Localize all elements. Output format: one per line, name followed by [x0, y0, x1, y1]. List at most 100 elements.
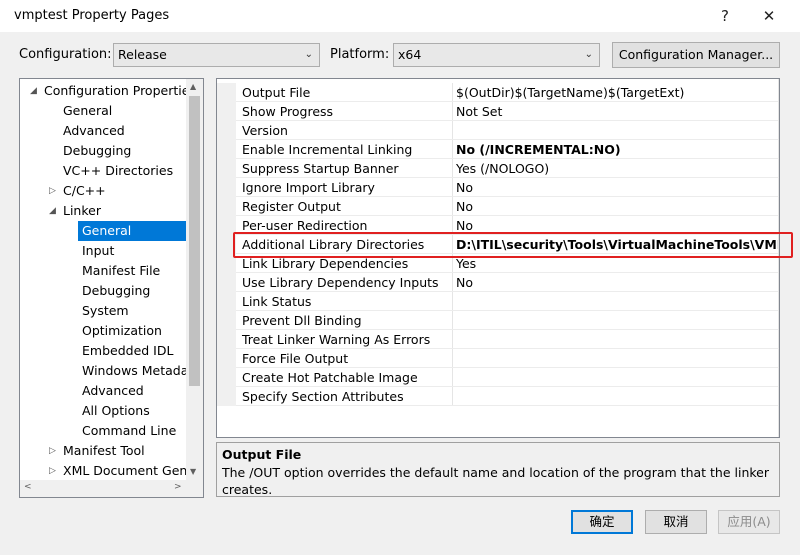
property-row[interactable]: Treat Linker Warning As Errors	[217, 330, 779, 349]
tree-item[interactable]: Debugging	[78, 281, 154, 301]
tree-item[interactable]: Input	[78, 241, 118, 261]
scroll-down-icon[interactable]: ▼	[190, 467, 196, 476]
property-grid[interactable]: Output File $(OutDir)$(TargetName)$(Targe…	[216, 78, 780, 438]
expanded-arrow-icon[interactable]: ◢	[30, 81, 37, 101]
close-icon: ✕	[762, 7, 776, 25]
property-name[interactable]: Version	[242, 121, 288, 140]
property-row[interactable]: Ignore Import Library No	[217, 178, 779, 197]
tree-item[interactable]: Embedded IDL	[78, 341, 177, 361]
tree-scroll-thumb[interactable]	[189, 96, 200, 386]
tree-item[interactable]: Configuration Properties	[40, 81, 200, 101]
property-name[interactable]: Treat Linker Warning As Errors	[242, 330, 430, 349]
property-name[interactable]: Force File Output	[242, 349, 348, 368]
property-row[interactable]: Create Hot Patchable Image	[217, 368, 779, 387]
tree-item[interactable]: Manifest Tool	[59, 441, 149, 461]
scroll-up-icon[interactable]: ▲	[190, 82, 196, 91]
highlight-box	[233, 232, 793, 258]
property-name[interactable]: Register Output	[242, 197, 341, 216]
platform-select[interactable]: x64 ⌄	[393, 43, 600, 67]
tree-item[interactable]: General	[59, 101, 116, 121]
property-name[interactable]: Ignore Import Library	[242, 178, 375, 197]
property-row[interactable]: Link Status	[217, 292, 779, 311]
row-gutter	[217, 159, 236, 178]
tree-item[interactable]: Advanced	[59, 121, 129, 141]
description-title: Output File	[222, 447, 302, 462]
platform-value: x64	[398, 47, 422, 62]
property-name[interactable]: Specify Section Attributes	[242, 387, 404, 406]
chevron-down-icon: ⌄	[304, 49, 313, 60]
scroll-left-icon[interactable]: <	[24, 482, 32, 492]
property-tree[interactable]: ◢ Configuration Properties General Advanced…	[19, 78, 204, 498]
tree-horizontal-scrollbar[interactable]: < >	[20, 480, 203, 497]
tree-item[interactable]: Linker	[59, 201, 105, 221]
column-divider	[452, 387, 453, 406]
property-name[interactable]: Show Progress	[242, 102, 333, 121]
property-name[interactable]: Prevent Dll Binding	[242, 311, 362, 330]
property-value[interactable]: Yes (/NOLOGO)	[456, 159, 549, 178]
property-value[interactable]: $(OutDir)$(TargetName)$(TargetExt)	[456, 83, 684, 102]
collapsed-arrow-icon[interactable]: ▷	[49, 461, 56, 481]
close-button[interactable]: ✕	[758, 5, 780, 27]
tree-item[interactable]: Command Line	[78, 421, 180, 441]
property-name[interactable]: Use Library Dependency Inputs	[242, 273, 439, 292]
description-panel: Output File The /OUT option overrides th…	[216, 442, 780, 497]
column-divider	[452, 292, 453, 311]
grid-edge	[778, 79, 779, 437]
tree-vertical-scrollbar[interactable]: ▲ ▼	[186, 79, 203, 481]
tree-item[interactable]: Debugging	[59, 141, 135, 161]
tree-item[interactable]: All Options	[78, 401, 154, 421]
expanded-arrow-icon[interactable]: ◢	[49, 201, 56, 221]
property-row[interactable]: Output File $(OutDir)$(TargetName)$(Targe…	[217, 83, 779, 102]
row-gutter	[217, 83, 236, 102]
property-name[interactable]: Create Hot Patchable Image	[242, 368, 418, 387]
property-name[interactable]: Output File	[242, 83, 310, 102]
column-divider	[452, 368, 453, 387]
property-name[interactable]: Suppress Startup Banner	[242, 159, 399, 178]
column-divider	[452, 349, 453, 368]
property-value[interactable]: No	[456, 178, 473, 197]
apply-button[interactable]: 应用(A)	[718, 510, 780, 534]
scroll-right-icon[interactable]: >	[174, 482, 182, 492]
cancel-button[interactable]: 取消	[645, 510, 707, 534]
property-row[interactable]: Register Output No	[217, 197, 779, 216]
row-gutter	[217, 330, 236, 349]
column-divider	[452, 159, 453, 178]
property-row[interactable]: Show Progress Not Set	[217, 102, 779, 121]
property-value[interactable]: No	[456, 197, 473, 216]
property-name[interactable]: Link Status	[242, 292, 311, 311]
row-gutter	[217, 349, 236, 368]
collapsed-arrow-icon[interactable]: ▷	[49, 181, 56, 201]
tree-item[interactable]: XML Document Generator	[59, 461, 203, 481]
property-row[interactable]: Force File Output	[217, 349, 779, 368]
tree-item[interactable]: C/C++	[59, 181, 110, 201]
property-row[interactable]: Prevent Dll Binding	[217, 311, 779, 330]
property-row[interactable]: Use Library Dependency Inputs No	[217, 273, 779, 292]
property-row[interactable]: Version	[217, 121, 779, 140]
property-row[interactable]: Suppress Startup Banner Yes (/NOLOGO)	[217, 159, 779, 178]
configuration-value: Release	[118, 47, 167, 62]
row-gutter	[217, 140, 236, 159]
configuration-select[interactable]: Release ⌄	[113, 43, 320, 67]
tree-item[interactable]: Optimization	[78, 321, 166, 341]
property-row[interactable]: Specify Section Attributes	[217, 387, 779, 406]
platform-label: Platform:	[330, 47, 390, 62]
tree-item[interactable]: General	[78, 221, 193, 241]
tree-item[interactable]: Manifest File	[78, 261, 164, 281]
property-row[interactable]: Enable Incremental Linking No (/INCREMENT…	[217, 140, 779, 159]
column-divider	[452, 178, 453, 197]
row-gutter	[217, 387, 236, 406]
help-button[interactable]: ?	[714, 5, 736, 27]
collapsed-arrow-icon[interactable]: ▷	[49, 441, 56, 461]
property-value[interactable]: No (/INCREMENTAL:NO)	[456, 140, 621, 159]
row-separator	[236, 405, 779, 406]
property-value[interactable]: No	[456, 273, 473, 292]
ok-button[interactable]: 确定	[571, 510, 633, 534]
tree-item[interactable]: Advanced	[78, 381, 148, 401]
tree-item[interactable]: VC++ Directories	[59, 161, 177, 181]
property-name[interactable]: Enable Incremental Linking	[242, 140, 412, 159]
property-value[interactable]: Not Set	[456, 102, 502, 121]
configuration-manager-button[interactable]: Configuration Manager...	[612, 42, 780, 68]
column-divider	[452, 273, 453, 292]
tree-item[interactable]: System	[78, 301, 133, 321]
configuration-label: Configuration:	[19, 47, 112, 62]
